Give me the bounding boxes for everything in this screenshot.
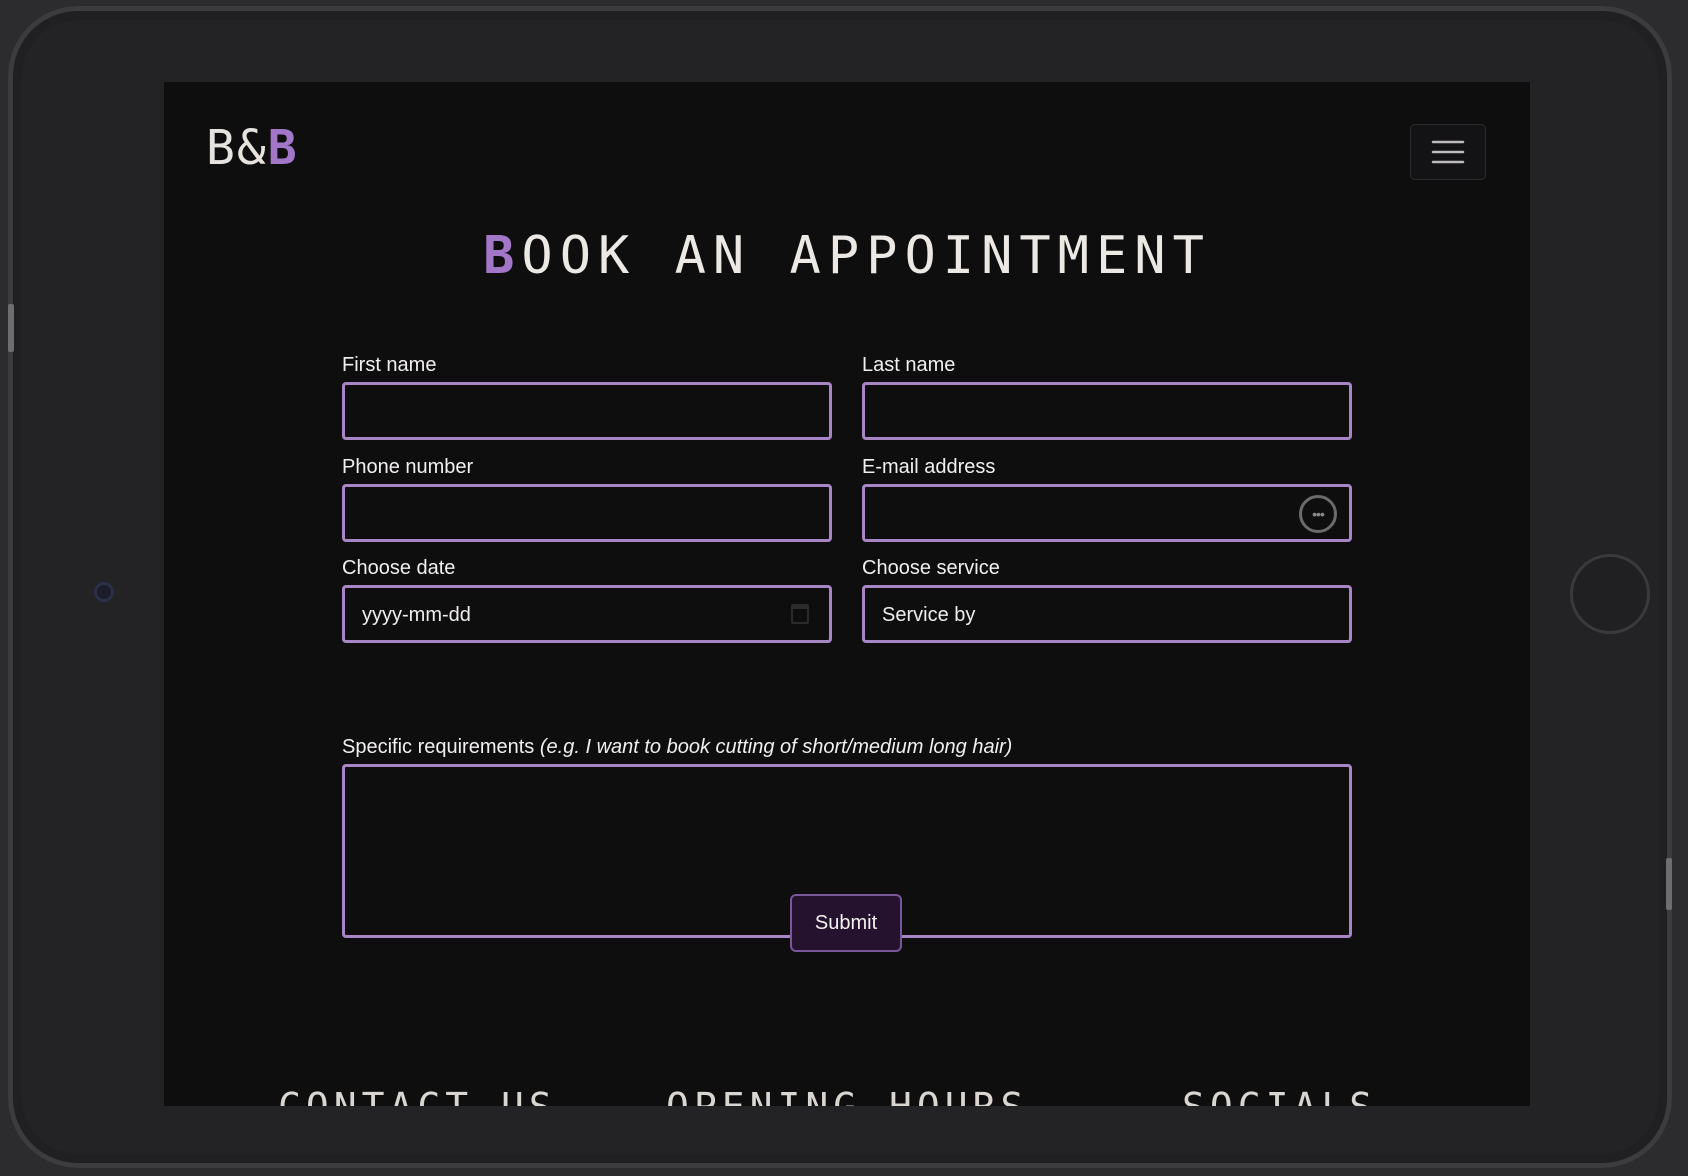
email-label: E-mail address xyxy=(862,456,996,478)
logo-accent-letter: B xyxy=(267,120,299,176)
phone-label: Phone number xyxy=(342,456,474,478)
web-page: B&B BOOK AN APPOINTMENT First name Last … xyxy=(164,82,1530,1106)
first-name-input[interactable] xyxy=(342,382,832,440)
page-title: BOOK AN APPOINTMENT xyxy=(164,230,1530,282)
camera-icon xyxy=(94,582,114,602)
phone-input[interactable] xyxy=(342,484,832,542)
last-name-label: Last name xyxy=(862,354,956,376)
password-manager-icon[interactable]: ••• xyxy=(1299,495,1337,533)
date-placeholder: yyyy-mm-dd xyxy=(362,604,471,626)
requirements-label: Specific requirements (e.g. I want to bo… xyxy=(342,736,1012,759)
logo-text: B& xyxy=(206,120,268,176)
date-input[interactable]: yyyy-mm-dd xyxy=(342,585,832,643)
hamburger-menu-button[interactable] xyxy=(1410,124,1486,180)
title-accent-letter: B xyxy=(483,226,522,286)
date-label: Choose date xyxy=(342,557,456,579)
requirements-label-text: Specific requirements xyxy=(342,736,535,758)
first-name-label: First name xyxy=(342,354,437,376)
service-select[interactable]: Service by xyxy=(862,585,1352,643)
requirements-hint: (e.g. I want to book cutting of short/me… xyxy=(539,736,1013,758)
footer-contact-heading: CONTACT US xyxy=(278,1088,557,1106)
tablet-frame: B&B BOOK AN APPOINTMENT First name Last … xyxy=(8,6,1672,1168)
hamburger-icon xyxy=(1431,140,1465,164)
home-button[interactable] xyxy=(1570,554,1650,634)
service-label: Choose service xyxy=(862,557,1000,579)
side-button xyxy=(8,304,14,352)
title-text: OOK AN APPOINTMENT xyxy=(521,226,1211,286)
submit-button[interactable]: Submit xyxy=(790,894,902,952)
email-input[interactable]: ••• xyxy=(862,484,1352,542)
service-selected-value: Service by xyxy=(882,604,976,626)
calendar-icon[interactable] xyxy=(791,604,809,624)
footer-socials-heading: SOCIALS xyxy=(1182,1088,1377,1106)
last-name-input[interactable] xyxy=(862,382,1352,440)
side-button xyxy=(1666,858,1672,910)
site-logo[interactable]: B&B xyxy=(206,124,299,172)
footer-hours-heading: OPENING HOURS xyxy=(666,1088,1028,1106)
